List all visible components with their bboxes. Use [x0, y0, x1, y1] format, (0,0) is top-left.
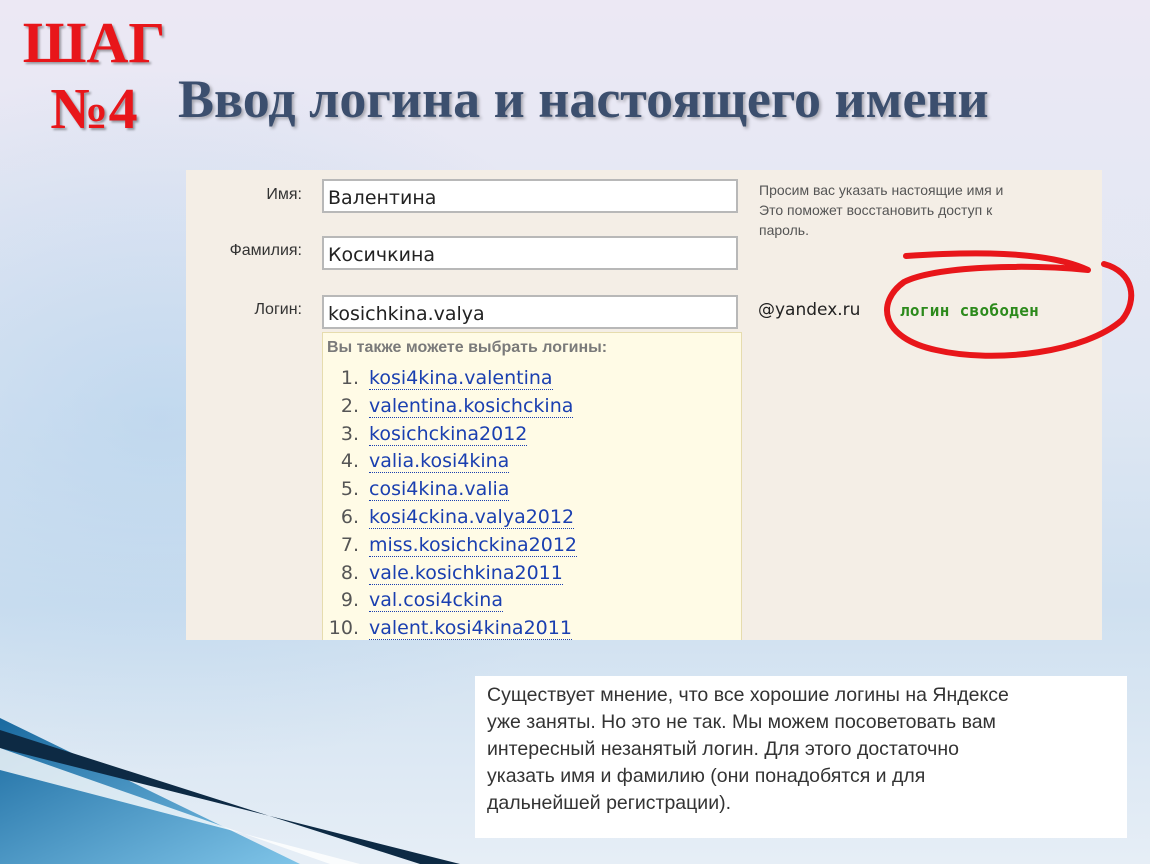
hint-line: Это поможет восстановить доступ к — [759, 202, 993, 218]
step-label: ШАГ — [22, 10, 166, 75]
suggested-login-link[interactable]: valentina.kosichckina — [369, 395, 574, 418]
item-number: 10. — [328, 617, 359, 640]
first-name-field[interactable]: Валентина — [322, 179, 738, 213]
suggested-login-link[interactable]: valent.kosi4kina2011 — [369, 617, 572, 640]
suggested-login-link[interactable]: valia.kosi4kina — [369, 450, 510, 474]
suggested-login-link[interactable]: val.cosi4ckina — [369, 589, 503, 613]
first-name-label: Имя: — [266, 186, 302, 203]
suggested-login-link[interactable]: kosi4kina.valentina — [369, 367, 553, 390]
step-number: ШАГ №4 — [14, 10, 174, 142]
login-label: Логин: — [254, 301, 302, 318]
slide-title: Ввод логина и настоящего имени — [178, 69, 989, 129]
corner-stripes-decoration — [0, 718, 460, 864]
login-suggestions: Вы также можете выбрать логины: 1. kosi4k… — [322, 332, 742, 640]
hint-line: Просим вас указать настоящие имя и — [759, 182, 1004, 198]
suggested-login-link[interactable]: vale.kosichkina2011 — [369, 562, 563, 585]
item-number: 2. — [340, 394, 359, 417]
suggested-login-link[interactable]: miss.kosichckina2012 — [369, 534, 578, 557]
note-line: указать имя и фамилию (они понадобятся и… — [487, 765, 926, 787]
note-line: уже заняты. Но это не так. Мы можем посо… — [487, 711, 996, 733]
step-index: №4 — [50, 76, 138, 141]
note-line: дальнейшей регистрации). — [487, 792, 731, 814]
item-number: 7. — [340, 533, 359, 556]
note-line: Существует мнение, что все хорошие логин… — [487, 684, 1009, 706]
suggested-login-link[interactable]: cosi4kina.valia — [369, 478, 510, 502]
last-name-label: Фамилия: — [229, 242, 302, 259]
item-number: 3. — [340, 422, 359, 445]
item-number: 1. — [340, 367, 359, 389]
login-field[interactable]: kosichkina.valya — [322, 295, 738, 329]
name-hint: Просим вас указать настоящие имя и Это п… — [759, 180, 1102, 240]
suggested-login-link[interactable]: kosichckina2012 — [369, 423, 528, 446]
hint-line: пароль. — [759, 222, 809, 238]
item-number: 6. — [340, 505, 359, 528]
note-line: интересный незанятый логин. Для этого до… — [487, 738, 959, 760]
login-domain: @yandex.ru — [758, 300, 861, 320]
suggestions-title: Вы также можете выбрать логины: — [327, 339, 608, 356]
item-number: 8. — [340, 561, 359, 584]
registration-form-screenshot: Имя: Валентина Фамилия: Косичкина Логин:… — [186, 170, 1102, 640]
last-name-field[interactable]: Косичкина — [322, 236, 738, 270]
item-number: 4. — [340, 450, 359, 473]
suggested-login-link[interactable]: kosi4ckina.valya2012 — [369, 506, 575, 529]
info-note: Существует мнение, что все хорошие логин… — [475, 676, 1127, 838]
item-number: 5. — [340, 478, 359, 501]
red-circle-annotation — [884, 250, 1135, 359]
item-number: 9. — [340, 589, 359, 612]
